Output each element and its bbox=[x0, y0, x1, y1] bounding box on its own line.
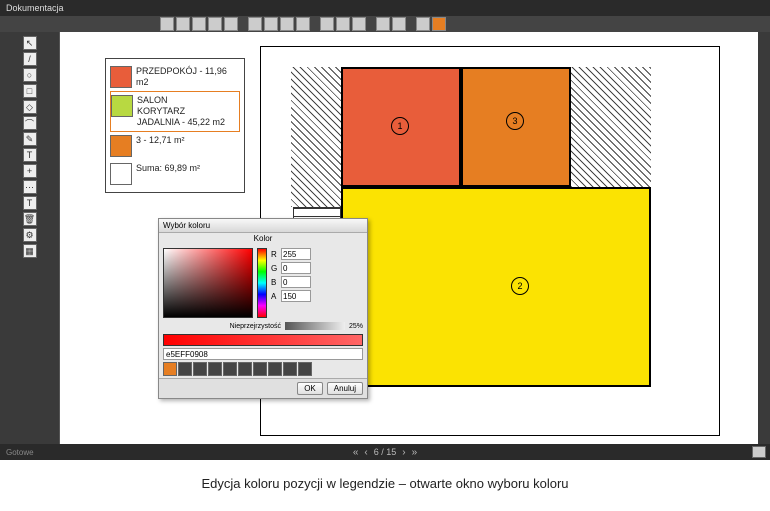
status-text: Gotowe bbox=[6, 448, 34, 457]
palette-swatch[interactable] bbox=[163, 362, 177, 376]
pager: « ‹ 6 / 15 › » bbox=[353, 447, 417, 458]
tool-delete-icon[interactable]: 🗑 bbox=[23, 212, 37, 226]
transparency-label: Nieprzejrzystość bbox=[230, 323, 281, 330]
legend-swatch[interactable] bbox=[110, 135, 132, 157]
transparency-slider[interactable] bbox=[285, 322, 345, 330]
b-label: B bbox=[271, 278, 279, 287]
toolbar-icon[interactable] bbox=[160, 17, 174, 31]
palette-swatch[interactable] bbox=[253, 362, 267, 376]
main-area: ↖ / ○ □ ◇ ⌒ ✎ T + ⋯ T 🗑 ⚙ ▦ PRZEDPOKÓJ -… bbox=[0, 32, 770, 444]
legend-swatch[interactable] bbox=[110, 163, 132, 185]
room-label-3: 3 bbox=[506, 112, 524, 130]
rgba-inputs: R G B A bbox=[271, 248, 311, 318]
legend-item-selected[interactable]: SALON KORYTARZ JADALNIA - 45,22 m2 bbox=[110, 91, 240, 132]
toolbar-icon[interactable] bbox=[296, 17, 310, 31]
cancel-button[interactable]: Anuluj bbox=[327, 382, 363, 395]
dialog-subtitle: Kolor bbox=[159, 233, 367, 244]
hatch-area bbox=[571, 67, 651, 187]
palette-swatch[interactable] bbox=[268, 362, 282, 376]
toolbar-icon[interactable] bbox=[416, 17, 430, 31]
tool-settings-icon[interactable]: ⚙ bbox=[23, 228, 37, 242]
a-input[interactable] bbox=[281, 290, 311, 302]
palette-swatch[interactable] bbox=[238, 362, 252, 376]
tool-text2-icon[interactable]: T bbox=[23, 196, 37, 210]
palette-swatch[interactable] bbox=[208, 362, 222, 376]
r-input[interactable] bbox=[281, 248, 311, 260]
pager-last-icon[interactable]: » bbox=[412, 447, 418, 458]
tool-more-icon[interactable]: ⋯ bbox=[23, 180, 37, 194]
transparency-value: 25% bbox=[349, 323, 363, 330]
legend-item[interactable]: Suma: 69,89 m² bbox=[110, 160, 240, 188]
room-label-2: 2 bbox=[511, 277, 529, 295]
palette-swatch[interactable] bbox=[193, 362, 207, 376]
b-input[interactable] bbox=[281, 276, 311, 288]
toolbar-icon[interactable] bbox=[208, 17, 222, 31]
hue-slider[interactable] bbox=[257, 248, 267, 318]
hatch-area bbox=[291, 67, 341, 207]
tool-text-icon[interactable]: T bbox=[23, 148, 37, 162]
tool-arc-icon[interactable]: ⌒ bbox=[23, 116, 37, 130]
toolbar-icon[interactable] bbox=[336, 17, 350, 31]
toolbar-icon[interactable] bbox=[192, 17, 206, 31]
toolbar-icon-highlight[interactable] bbox=[432, 17, 446, 31]
toolbar-icon[interactable] bbox=[352, 17, 366, 31]
r-label: R bbox=[271, 250, 279, 259]
pager-page: 6 / 15 bbox=[374, 447, 397, 457]
top-toolbar bbox=[0, 16, 770, 32]
tool-plus-icon[interactable]: + bbox=[23, 164, 37, 178]
legend-item[interactable]: PRZEDPOKÓJ - 11,96 m2 bbox=[110, 63, 240, 91]
room-label-1: 1 bbox=[391, 117, 409, 135]
canvas-area[interactable]: PRZEDPOKÓJ - 11,96 m2 SALON KORYTARZ JAD… bbox=[60, 32, 758, 444]
palette-swatch[interactable] bbox=[298, 362, 312, 376]
app-frame: Dokumentacja ↖ / ○ □ ◇ ⌒ ✎ T bbox=[0, 0, 770, 460]
palette-swatch[interactable] bbox=[223, 362, 237, 376]
pager-first-icon[interactable]: « bbox=[353, 447, 359, 458]
toolbar-icon[interactable] bbox=[264, 17, 278, 31]
legend-label: SALON KORYTARZ JADALNIA - 45,22 m2 bbox=[137, 95, 225, 128]
toolbar-icon[interactable] bbox=[248, 17, 262, 31]
toolbar-icon[interactable] bbox=[176, 17, 190, 31]
toolbar-icon[interactable] bbox=[392, 17, 406, 31]
window-title: Dokumentacja bbox=[6, 3, 64, 13]
legend-swatch[interactable] bbox=[111, 95, 133, 117]
left-toolbar: ↖ / ○ □ ◇ ⌒ ✎ T + ⋯ T 🗑 ⚙ ▦ bbox=[0, 32, 60, 444]
color-picker-dialog[interactable]: Wybór koloru Kolor R G B A Nieprzejrz bbox=[158, 218, 368, 399]
legend-swatch[interactable] bbox=[110, 66, 132, 88]
tool-grid-icon[interactable]: ▦ bbox=[23, 244, 37, 258]
scrollbar-right[interactable] bbox=[758, 32, 770, 444]
tool-circle-icon[interactable]: ○ bbox=[23, 68, 37, 82]
dialog-title: Wybór koloru bbox=[159, 219, 367, 233]
legend-label: 3 - 12,71 m² bbox=[136, 135, 185, 146]
toolbar-icon[interactable] bbox=[376, 17, 390, 31]
pager-next-icon[interactable]: › bbox=[402, 447, 405, 458]
toolbar-icon[interactable] bbox=[224, 17, 238, 31]
tool-polygon-icon[interactable]: ◇ bbox=[23, 100, 37, 114]
status-bar: Gotowe « ‹ 6 / 15 › » bbox=[0, 444, 770, 460]
room-2[interactable] bbox=[341, 187, 651, 387]
legend-panel: PRZEDPOKÓJ - 11,96 m2 SALON KORYTARZ JAD… bbox=[105, 58, 245, 193]
palette-row bbox=[163, 362, 363, 376]
saturation-value-box[interactable] bbox=[163, 248, 253, 318]
figure-caption: Edycja koloru pozycji w legendzie – otwa… bbox=[0, 460, 770, 491]
g-input[interactable] bbox=[281, 262, 311, 274]
ok-button[interactable]: OK bbox=[297, 382, 323, 395]
toolbar-icon[interactable] bbox=[280, 17, 294, 31]
palette-swatch[interactable] bbox=[283, 362, 297, 376]
hex-input[interactable] bbox=[163, 348, 363, 360]
titlebar: Dokumentacja bbox=[0, 0, 770, 16]
legend-label: PRZEDPOKÓJ - 11,96 m2 bbox=[136, 66, 240, 88]
palette-swatch[interactable] bbox=[178, 362, 192, 376]
tool-rect-icon[interactable]: □ bbox=[23, 84, 37, 98]
legend-item[interactable]: 3 - 12,71 m² bbox=[110, 132, 240, 160]
legend-label: Suma: 69,89 m² bbox=[136, 163, 200, 174]
resize-grip-icon[interactable] bbox=[752, 446, 766, 458]
tool-pencil-icon[interactable]: ✎ bbox=[23, 132, 37, 146]
tool-pointer-icon[interactable]: ↖ bbox=[23, 36, 37, 50]
pager-prev-icon[interactable]: ‹ bbox=[364, 447, 367, 458]
color-preview bbox=[163, 334, 363, 346]
tool-line-icon[interactable]: / bbox=[23, 52, 37, 66]
g-label: G bbox=[271, 264, 279, 273]
toolbar-icon[interactable] bbox=[320, 17, 334, 31]
a-label: A bbox=[271, 292, 279, 301]
